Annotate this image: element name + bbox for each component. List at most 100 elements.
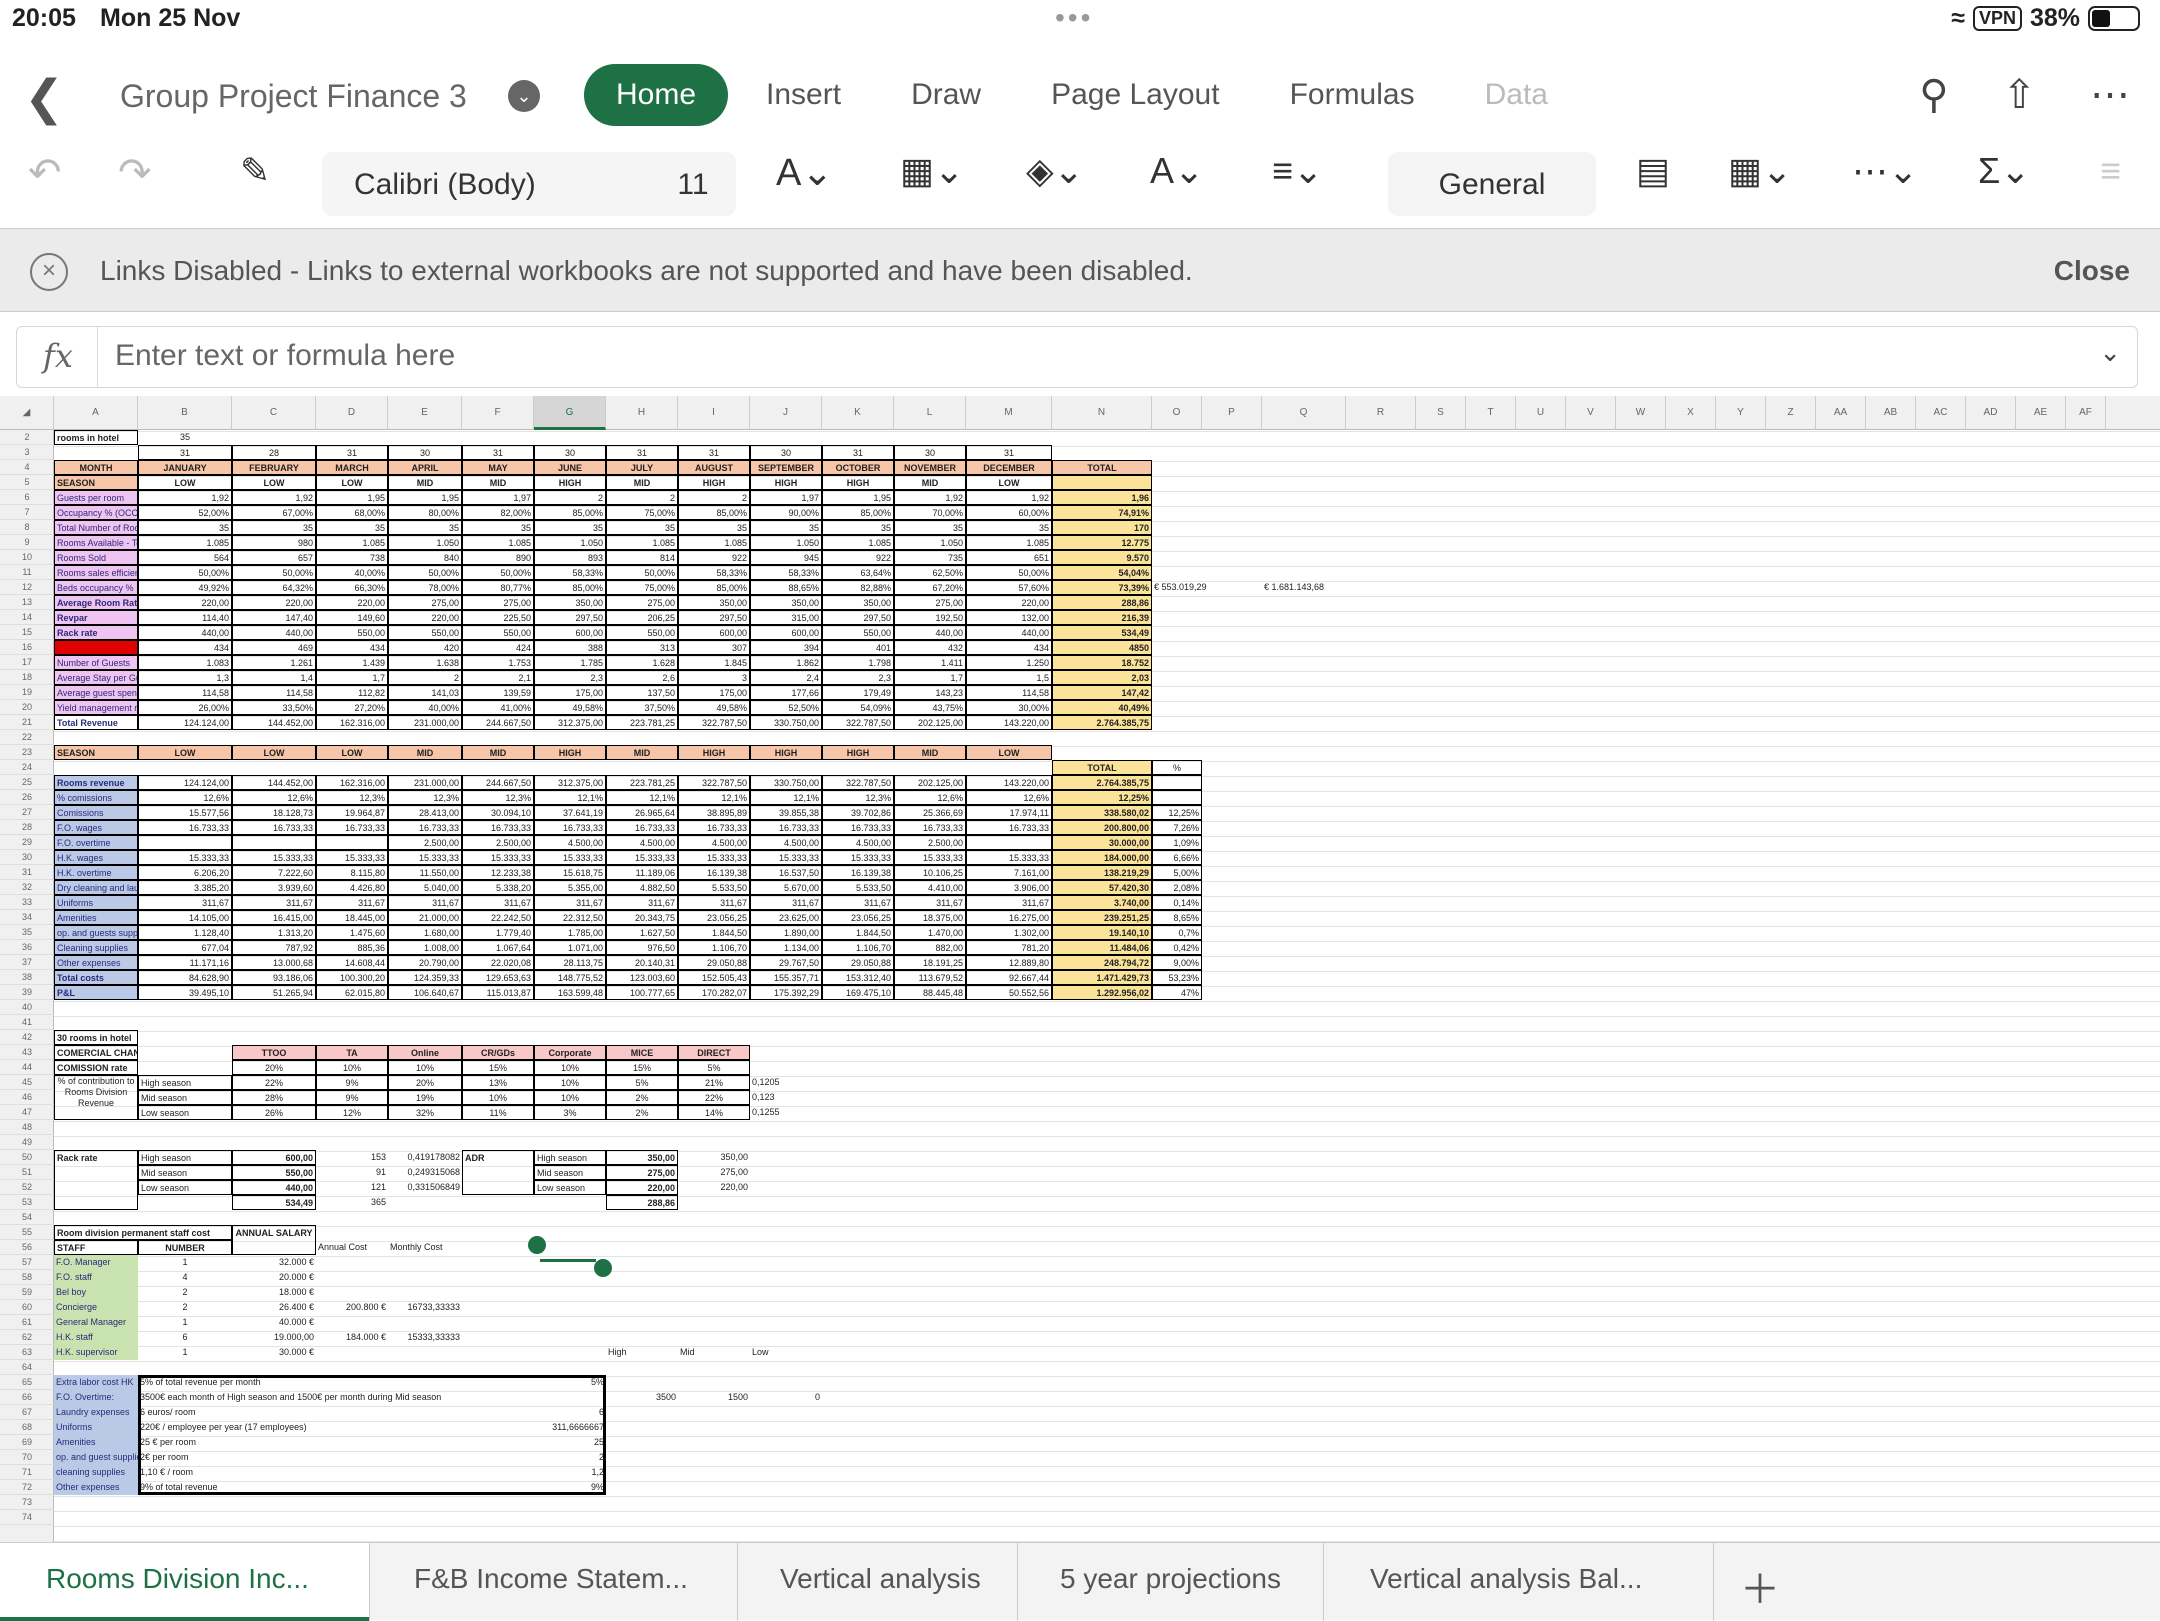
data-cell[interactable]: 3.939,60 [232, 880, 316, 895]
season-cell[interactable]: HIGH [750, 475, 822, 490]
data-cell[interactable]: 114,58 [138, 685, 232, 700]
data-cell[interactable]: 330.750,00 [750, 775, 822, 790]
data-cell[interactable]: 67,00% [232, 505, 316, 520]
data-cell[interactable]: 78,00% [388, 580, 462, 595]
data-cell[interactable]: 192,50 [894, 610, 966, 625]
percent-cell[interactable]: 6,66% [1152, 850, 1202, 865]
percent-cell[interactable]: 2,08% [1152, 880, 1202, 895]
extra-value[interactable]: € 553.019,29 [1152, 580, 1262, 595]
staff-salary[interactable]: 20.000 € [232, 1270, 316, 1285]
data-cell[interactable]: 12,1% [606, 790, 678, 805]
total-cell[interactable]: 170 [1052, 520, 1152, 535]
data-cell[interactable]: 35 [678, 520, 750, 535]
data-cell[interactable]: 1.890,00 [750, 925, 822, 940]
total-cell[interactable] [1052, 475, 1152, 490]
channel-low[interactable]: 12% [316, 1105, 388, 1120]
percent-cell[interactable]: 47% [1152, 985, 1202, 1000]
channel-high[interactable]: 20% [388, 1075, 462, 1090]
days-cell[interactable]: 30 [388, 445, 462, 460]
column-header-b[interactable]: B [138, 396, 232, 430]
row-header[interactable]: 71 [0, 1465, 54, 1480]
data-cell[interactable]: 550,00 [388, 625, 462, 640]
season-cell[interactable]: MID [388, 475, 462, 490]
total-cell[interactable]: 18.752 [1052, 655, 1152, 670]
data-cell[interactable]: 893 [534, 550, 606, 565]
data-cell[interactable]: 147,40 [232, 610, 316, 625]
data-cell[interactable]: 4.410,00 [894, 880, 966, 895]
row-label[interactable]: F.O. overtime [54, 835, 138, 850]
channel-low[interactable]: 14% [678, 1105, 750, 1120]
data-cell[interactable]: 35 [966, 520, 1052, 535]
column-header-x[interactable]: X [1666, 396, 1716, 430]
row-header[interactable]: 22 [0, 730, 54, 745]
column-header-q[interactable]: Q [1262, 396, 1346, 430]
data-cell[interactable]: 11.550,00 [388, 865, 462, 880]
data-cell[interactable]: 469 [232, 640, 316, 655]
row-label[interactable]: Average Room Rate (ARR) [54, 595, 138, 610]
season-cell[interactable]: HIGH [534, 475, 606, 490]
season-cell[interactable]: HIGH [750, 745, 822, 760]
data-cell[interactable]: 307 [678, 640, 750, 655]
data-cell[interactable]: 922 [822, 550, 894, 565]
data-cell[interactable]: 2,3 [534, 670, 606, 685]
season-cell[interactable]: HIGH [534, 745, 606, 760]
data-cell[interactable]: 1,97 [750, 490, 822, 505]
row-label[interactable]: Amenities [54, 910, 138, 925]
row-header[interactable]: 26 [0, 790, 54, 805]
data-cell[interactable]: 14.105,00 [138, 910, 232, 925]
data-cell[interactable]: 52,50% [750, 700, 822, 715]
data-cell[interactable] [138, 835, 232, 850]
data-cell[interactable]: 49,92% [138, 580, 232, 595]
row-label[interactable]: Rooms revenue [54, 775, 138, 790]
data-cell[interactable]: 162.316,00 [316, 715, 388, 730]
data-cell[interactable]: 202.125,00 [894, 715, 966, 730]
data-cell[interactable]: 275,00 [606, 595, 678, 610]
row-header[interactable]: 51 [0, 1165, 54, 1180]
row-header[interactable]: 9 [0, 535, 54, 550]
data-cell[interactable]: 20.790,00 [388, 955, 462, 970]
total-cell[interactable]: 338.580,02 [1052, 805, 1152, 820]
data-cell[interactable]: 1.411 [894, 655, 966, 670]
days-cell[interactable]: 31 [462, 445, 534, 460]
column-header-n[interactable]: N [1052, 396, 1152, 430]
data-cell[interactable]: 1.106,70 [678, 940, 750, 955]
row-header[interactable]: 56 [0, 1240, 54, 1255]
rack-value[interactable]: 550,00 [232, 1165, 316, 1180]
data-cell[interactable]: 49,58% [678, 700, 750, 715]
total-cell[interactable]: 239.251,25 [1052, 910, 1152, 925]
data-cell[interactable]: 1.085 [678, 535, 750, 550]
row-header[interactable]: 6 [0, 490, 54, 505]
data-cell[interactable]: 16.537,50 [750, 865, 822, 880]
data-cell[interactable]: 322.787,50 [822, 715, 894, 730]
spreadsheet-grid[interactable]: ◢ A B C D E F G H I J K L M N O P Q R S T U V W X Y Z AA AB AC AD AE AF … [0, 396, 2160, 1542]
total-cell[interactable]: 54,04% [1052, 565, 1152, 580]
row-label[interactable]: Occupancy % (OCC) [54, 505, 138, 520]
data-cell[interactable]: 5.040,00 [388, 880, 462, 895]
row-header[interactable]: 14 [0, 610, 54, 625]
row-label[interactable]: % comissions [54, 790, 138, 805]
channel-name[interactable]: TA [316, 1045, 388, 1060]
data-cell[interactable]: 840 [388, 550, 462, 565]
data-cell[interactable]: 2 [388, 670, 462, 685]
data-cell[interactable]: 75,00% [606, 505, 678, 520]
data-cell[interactable]: 4.500,00 [534, 835, 606, 850]
data-cell[interactable]: 297,50 [822, 610, 894, 625]
tab-formulas[interactable]: Formulas [1258, 64, 1447, 126]
rack-frac[interactable]: 0,331506849 [388, 1180, 462, 1195]
data-cell[interactable]: 202.125,00 [894, 775, 966, 790]
data-cell[interactable]: 15.333,33 [232, 850, 316, 865]
data-cell[interactable]: 2.500,00 [388, 835, 462, 850]
note-name[interactable]: Laundry expenses [54, 1405, 138, 1420]
header-total[interactable]: TOTAL [1052, 460, 1152, 475]
column-header-af[interactable]: AF [2066, 396, 2106, 430]
data-cell[interactable]: 1,5 [966, 670, 1052, 685]
total-cell[interactable]: 138.219,29 [1052, 865, 1152, 880]
row-header[interactable]: 4 [0, 460, 54, 475]
channel-low[interactable]: 2% [606, 1105, 678, 1120]
data-cell[interactable]: 15.333,33 [606, 850, 678, 865]
chevron-down-icon[interactable]: ⌄ [2099, 337, 2121, 368]
data-cell[interactable]: 1.050 [894, 535, 966, 550]
data-cell[interactable]: 16.733,33 [316, 820, 388, 835]
data-cell[interactable]: 39.495,10 [138, 985, 232, 1000]
column-header-i[interactable]: I [678, 396, 750, 430]
